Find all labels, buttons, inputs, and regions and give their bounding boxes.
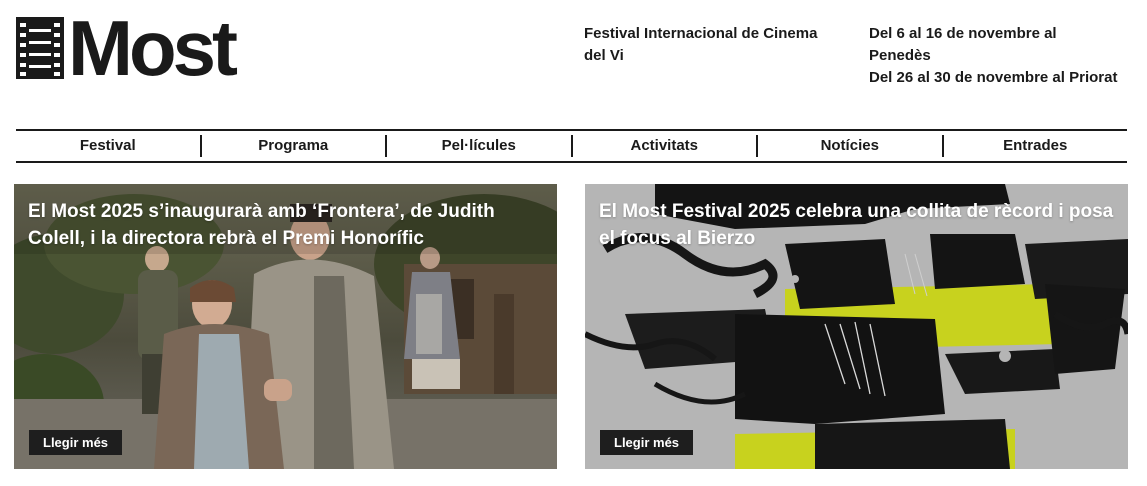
dates-priorat: Del 26 al 30 de novembre al Priorat <box>869 69 1118 86</box>
dates-penedes: Del 6 al 16 de novembre al Penedès <box>869 25 1057 64</box>
read-more-button[interactable]: Llegir més <box>600 430 694 455</box>
main-nav: Festival Programa Pel·lícules Activitats… <box>16 129 1127 163</box>
nav-item-noticies[interactable]: Notícies <box>758 135 942 157</box>
news-card-collita[interactable]: El Most Festival 2025 celebra una collit… <box>585 184 1128 469</box>
news-card-title[interactable]: El Most 2025 s’inaugurarà amb ‘Frontera’… <box>28 198 543 252</box>
news-card-title[interactable]: El Most Festival 2025 celebra una collit… <box>599 198 1114 252</box>
site-logo[interactable]: Most <box>16 4 238 92</box>
festival-dates: Del 6 al 16 de novembre al Penedès Del 2… <box>869 23 1119 89</box>
nav-item-programa[interactable]: Programa <box>202 135 386 157</box>
read-more-button[interactable]: Llegir més <box>29 430 123 455</box>
logo-wordmark: Most <box>68 4 238 92</box>
nav-item-entrades[interactable]: Entrades <box>944 135 1128 157</box>
festival-subtitle: Festival Internacional de Cinema del Vi <box>584 25 818 64</box>
nav-item-pellicules[interactable]: Pel·lícules <box>387 135 571 157</box>
nav-item-festival[interactable]: Festival <box>16 135 200 157</box>
news-card-frontera[interactable]: El Most 2025 s’inaugurarà amb ‘Frontera’… <box>14 184 557 469</box>
nav-item-activitats[interactable]: Activitats <box>573 135 757 157</box>
film-strip-icon <box>16 17 64 79</box>
